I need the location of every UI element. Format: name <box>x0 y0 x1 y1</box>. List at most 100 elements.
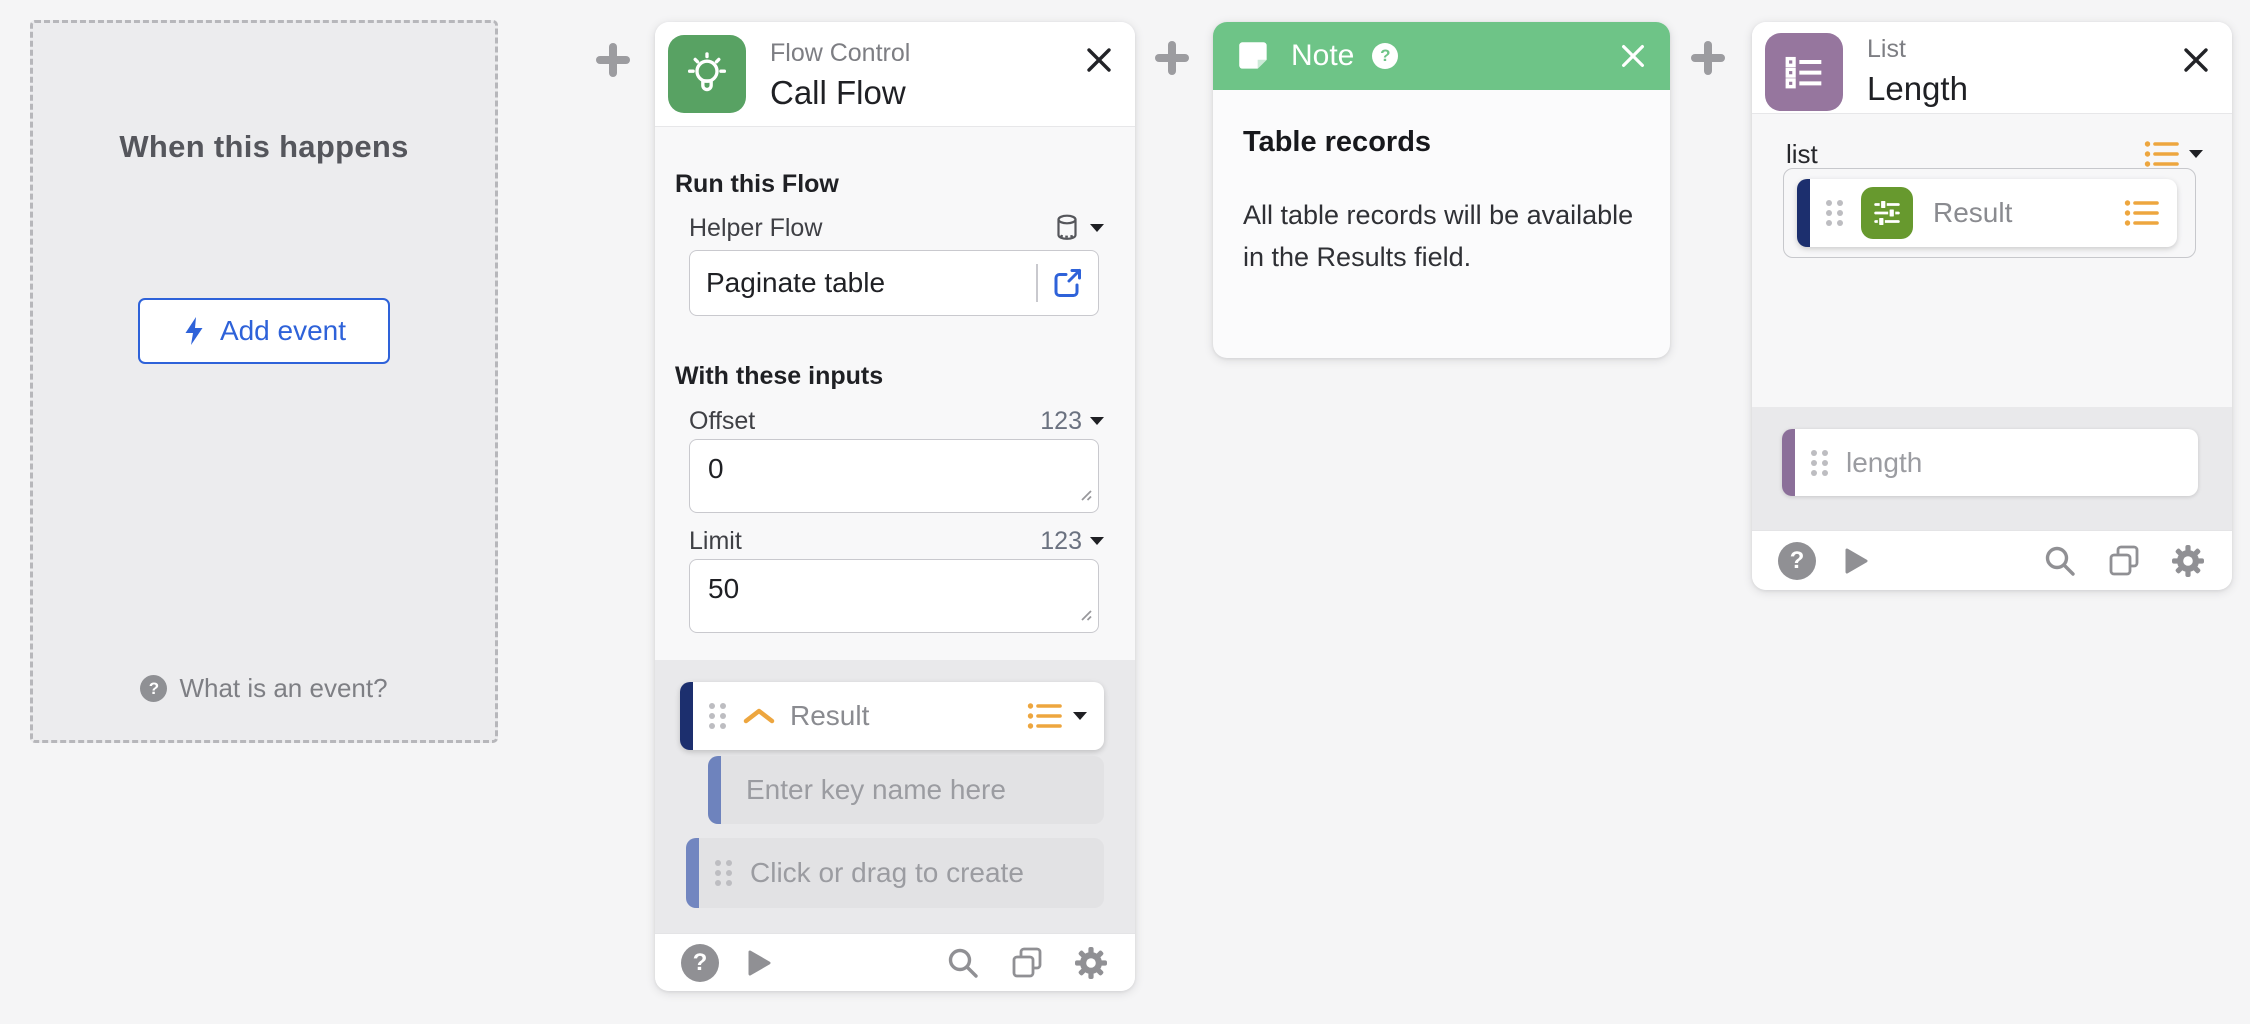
length-output-chip[interactable]: length <box>1782 429 2198 496</box>
chevron-down-icon <box>1089 416 1105 426</box>
close-icon[interactable] <box>1618 41 1648 71</box>
drag-handle-icon[interactable] <box>1808 445 1832 481</box>
chevron-down-icon <box>2188 149 2204 159</box>
result-value-chip[interactable]: Result <box>1797 179 2177 247</box>
plus-icon <box>1688 38 1728 78</box>
list-type-icon[interactable] <box>1026 701 1064 731</box>
gear-icon[interactable] <box>2170 543 2206 579</box>
plus-icon <box>1152 38 1192 78</box>
action-title: Call Flow <box>770 73 910 113</box>
event-help-label: What is an event? <box>179 673 387 704</box>
app-category: List <box>1867 34 1968 65</box>
chevron-down-icon <box>1089 223 1105 233</box>
help-icon[interactable]: ? <box>1372 43 1398 69</box>
length-output-placeholder: length <box>1846 447 1922 479</box>
event-card: When this happens Add event ? What is an… <box>30 20 498 743</box>
helper-flow-input[interactable] <box>706 267 1030 299</box>
run-flow-section-label: Run this Flow <box>675 170 839 199</box>
limit-row: Limit 123 <box>689 525 1105 557</box>
result-chip-label: Result <box>1933 197 2012 229</box>
action-title: Length <box>1867 69 1968 109</box>
card-header: Flow Control Call Flow <box>655 22 1135 127</box>
close-icon[interactable] <box>1083 44 1115 76</box>
note-icon <box>1235 37 1273 75</box>
plus-icon <box>593 40 633 80</box>
result-chip-label: Result <box>790 700 869 732</box>
helper-flow-row: Helper Flow <box>689 212 1105 244</box>
drag-handle-icon[interactable] <box>706 698 730 734</box>
add-step-button[interactable] <box>1688 38 1728 78</box>
sliders-icon <box>1861 187 1913 239</box>
help-icon[interactable]: ? <box>681 944 719 982</box>
search-icon[interactable] <box>945 945 981 981</box>
list-type-icon[interactable] <box>2123 198 2161 228</box>
chip-color-bar <box>1782 429 1795 496</box>
note-heading: Table records <box>1243 126 1431 159</box>
result-output-chip[interactable]: Result <box>680 682 1104 750</box>
add-event-button[interactable]: Add event <box>138 298 390 364</box>
list-type-icon <box>2143 139 2181 169</box>
drag-handle-icon[interactable] <box>712 855 736 891</box>
outputs-section: Result Enter key name here Click or drag… <box>655 660 1135 933</box>
limit-label: Limit <box>689 527 742 556</box>
resize-handle[interactable] <box>1077 486 1093 507</box>
help-icon[interactable]: ? <box>1778 542 1816 580</box>
input-type-selector[interactable]: 123 <box>1040 527 1105 556</box>
offset-input-wrap: 0 <box>689 439 1099 513</box>
note-body-text[interactable]: All table records will be available in t… <box>1243 194 1643 278</box>
search-icon[interactable] <box>2042 543 2078 579</box>
input-type-selector[interactable] <box>2143 139 2204 169</box>
number-type-badge: 123 <box>1040 407 1082 436</box>
helper-flow-input-wrap <box>689 250 1099 316</box>
lightbulb-icon <box>668 35 746 113</box>
external-link-icon[interactable] <box>1050 266 1084 300</box>
play-icon[interactable] <box>1840 546 1870 576</box>
copy-icon[interactable] <box>1009 945 1045 981</box>
key-name-input-chip[interactable]: Enter key name here <box>708 756 1104 824</box>
divider <box>1036 264 1038 302</box>
list-input-label: list <box>1786 139 1818 170</box>
play-icon[interactable] <box>743 948 773 978</box>
drag-handle-icon[interactable] <box>1823 195 1847 231</box>
app-category: Flow Control <box>770 38 910 69</box>
close-icon[interactable] <box>2180 44 2212 76</box>
event-card-title: When this happens <box>33 129 495 165</box>
help-icon: ? <box>140 675 167 702</box>
helper-flow-label: Helper Flow <box>689 214 822 243</box>
flow-control-card: Flow Control Call Flow Run this Flow Hel… <box>655 22 1135 991</box>
inputs-section-label: With these inputs <box>675 362 883 391</box>
collapse-chevron-icon[interactable] <box>742 706 776 726</box>
input-type-selector[interactable]: 123 <box>1040 407 1105 436</box>
create-output-chip[interactable]: Click or drag to create <box>686 838 1104 908</box>
gear-icon[interactable] <box>1073 945 1109 981</box>
add-event-label: Add event <box>220 315 346 347</box>
note-card: Note ? Table records All table records w… <box>1213 22 1670 358</box>
chip-color-bar <box>680 682 693 750</box>
list-input-dropzone[interactable]: Result <box>1783 168 2196 258</box>
limit-input-wrap: 50 <box>689 559 1099 633</box>
chip-color-bar <box>1797 179 1810 247</box>
list-length-card: List Length list Result <box>1752 22 2232 590</box>
card-header: List Length <box>1752 22 2232 114</box>
chip-color-bar <box>686 838 699 908</box>
chevron-down-icon[interactable] <box>1072 711 1088 721</box>
event-help-link[interactable]: ? What is an event? <box>33 673 495 704</box>
input-type-selector[interactable] <box>1052 212 1105 244</box>
database-icon <box>1052 212 1082 244</box>
limit-input[interactable]: 50 <box>690 560 1098 632</box>
list-input-row: list <box>1786 138 2204 170</box>
offset-label: Offset <box>689 407 755 436</box>
add-step-button[interactable] <box>593 40 633 80</box>
offset-input[interactable]: 0 <box>690 440 1098 512</box>
key-name-placeholder: Enter key name here <box>746 774 1006 806</box>
card-footer: ? <box>1752 530 2232 590</box>
copy-icon[interactable] <box>2106 543 2142 579</box>
chevron-down-icon <box>1089 536 1105 546</box>
add-step-button[interactable] <box>1152 38 1192 78</box>
offset-row: Offset 123 <box>689 405 1105 437</box>
resize-handle[interactable] <box>1077 606 1093 627</box>
note-card-title: Note <box>1291 39 1354 73</box>
chip-color-bar <box>708 756 721 824</box>
create-placeholder: Click or drag to create <box>750 857 1024 889</box>
note-header: Note ? <box>1213 22 1670 90</box>
